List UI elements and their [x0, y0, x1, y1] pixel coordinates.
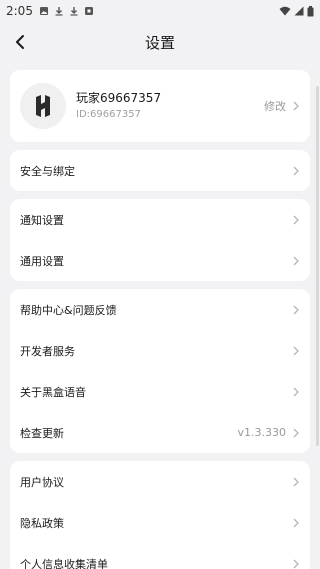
row-label: 通知设置 — [20, 213, 64, 227]
chevron-right-icon — [293, 387, 299, 396]
edit-label: 修改 — [264, 100, 286, 113]
app-icon — [84, 7, 93, 15]
about-group: 帮助中心&问题反馈 开发者服务 关于黑盒语音 检查更新 v1.3.330 — [10, 289, 310, 453]
status-time: 2:05 — [6, 4, 33, 18]
scrollbar[interactable] — [316, 86, 319, 446]
status-bar: 2:05 — [0, 0, 320, 22]
signal-icon — [294, 6, 304, 16]
version-value: v1.3.330 — [237, 426, 287, 439]
row-right — [292, 477, 300, 487]
row-privacy-policy[interactable]: 隐私政策 — [10, 502, 310, 543]
row-general-settings[interactable]: 通用设置 — [10, 240, 310, 281]
chevron-right-icon — [293, 215, 299, 224]
row-right — [292, 215, 300, 225]
row-label: 通用设置 — [20, 254, 64, 268]
row-label: 检查更新 — [20, 426, 64, 440]
row-right — [292, 387, 300, 397]
heybox-logo-icon — [36, 95, 50, 117]
row-label: 个人信息收集清单 — [20, 557, 108, 569]
wifi-icon — [279, 6, 291, 16]
settings-group: 通知设置 通用设置 — [10, 199, 310, 281]
chevron-right-icon — [293, 346, 299, 355]
chevron-right-icon — [293, 518, 299, 527]
page-title: 设置 — [144, 33, 175, 52]
back-arrow-icon — [16, 35, 24, 49]
status-left: 2:05 — [6, 4, 94, 18]
row-notification-settings[interactable]: 通知设置 — [10, 199, 310, 240]
download-icon — [70, 7, 78, 16]
row-right — [292, 256, 300, 266]
chevron-right-icon — [293, 559, 299, 568]
edit-profile-button[interactable]: 修改 — [264, 98, 300, 114]
legal-group: 用户协议 隐私政策 个人信息收集清单 — [10, 461, 310, 569]
chevron-right-icon — [293, 477, 299, 486]
row-user-agreement[interactable]: 用户协议 — [10, 461, 310, 502]
row-personal-info-list[interactable]: 个人信息收集清单 — [10, 543, 310, 569]
status-right — [279, 5, 314, 17]
chevron-right-icon — [293, 256, 299, 265]
row-developer-services[interactable]: 开发者服务 — [10, 330, 310, 371]
avatar[interactable] — [20, 83, 66, 129]
row-label: 开发者服务 — [20, 344, 75, 358]
chevron-right-icon — [293, 166, 299, 175]
row-label: 安全与绑定 — [20, 164, 75, 178]
row-right — [292, 305, 300, 315]
chevron-right-icon — [293, 101, 299, 111]
row-label: 关于黑盒语音 — [20, 385, 86, 399]
download-icon — [55, 7, 63, 16]
battery-icon — [307, 5, 314, 16]
profile-name: 玩家69667357 — [76, 90, 162, 105]
row-right — [292, 346, 300, 356]
row-about-heybox[interactable]: 关于黑盒语音 — [10, 371, 310, 412]
security-group: 安全与绑定 — [10, 150, 310, 191]
chevron-right-icon — [293, 305, 299, 314]
row-label: 帮助中心&问题反馈 — [20, 303, 117, 317]
row-security-binding[interactable]: 安全与绑定 — [10, 150, 310, 191]
back-button[interactable] — [8, 30, 32, 54]
row-right: v1.3.330 — [238, 426, 301, 439]
profile-id: ID:69667357 — [76, 108, 141, 120]
image-icon — [39, 7, 48, 15]
row-label: 用户协议 — [20, 475, 64, 489]
chevron-right-icon — [293, 428, 299, 437]
nav-bar: 设置 — [0, 22, 320, 62]
row-right — [292, 518, 300, 528]
row-right — [292, 559, 300, 569]
row-right — [292, 166, 300, 176]
status-notification-icons — [39, 6, 94, 16]
row-help-feedback[interactable]: 帮助中心&问题反馈 — [10, 289, 310, 330]
row-label: 隐私政策 — [20, 516, 64, 530]
profile-info: 玩家69667357 ID:69667357 — [76, 90, 264, 123]
profile-card[interactable]: 玩家69667357 ID:69667357 修改 — [10, 70, 310, 142]
row-check-update[interactable]: 检查更新 v1.3.330 — [10, 412, 310, 453]
